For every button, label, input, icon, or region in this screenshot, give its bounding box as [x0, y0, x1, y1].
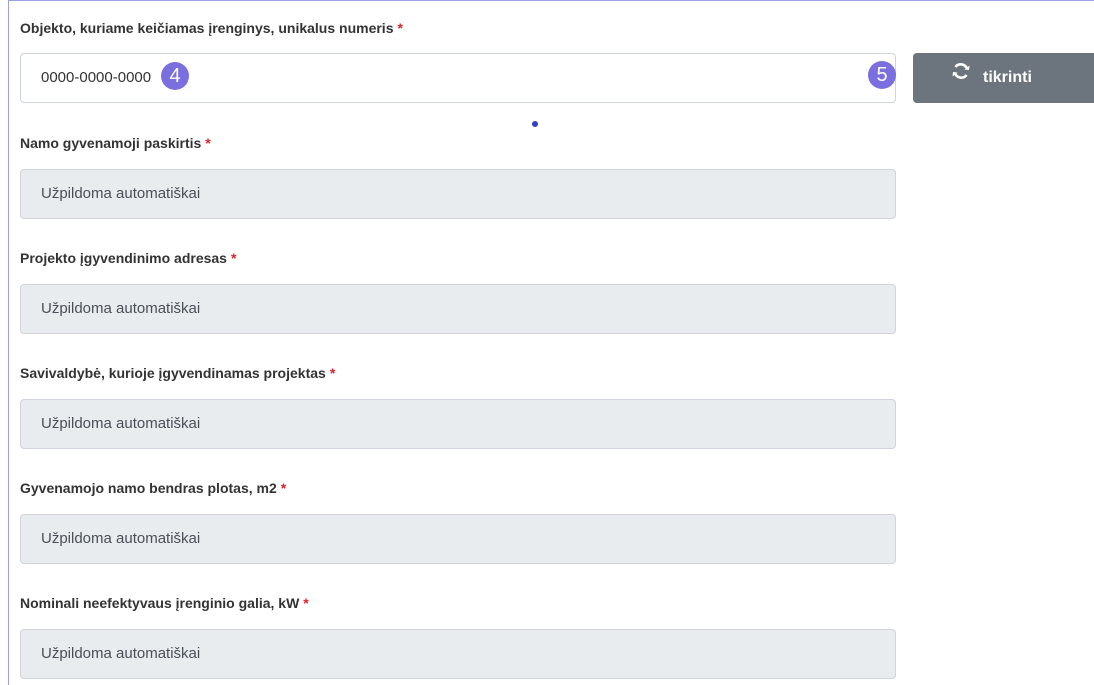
address-label-text: Projekto įgyvendinimo adresas	[20, 250, 227, 266]
step-badge-5: 5	[868, 61, 896, 89]
municipality-field[interactable]: Užpildoma automatiškai	[20, 399, 896, 449]
required-mark: *	[397, 20, 403, 36]
required-mark: *	[303, 595, 309, 611]
purpose-placeholder: Užpildoma automatiškai	[41, 185, 201, 202]
object-number-input[interactable]: 0000-0000-0000 4	[20, 53, 896, 103]
object-number-value: 0000-0000-0000	[41, 69, 152, 86]
area-group: Gyvenamojo namo bendras plotas, m2 *	[20, 478, 286, 498]
address-field[interactable]: Užpildoma automatiškai	[20, 284, 896, 334]
area-label-text: Gyvenamojo namo bendras plotas, m2	[20, 480, 277, 496]
required-mark: *	[205, 135, 211, 151]
municipality-placeholder: Užpildoma automatiškai	[41, 415, 201, 432]
step-badge-4: 4	[161, 62, 190, 91]
address-label: Projekto įgyvendinimo adresas *	[20, 248, 236, 268]
municipality-label-text: Savivaldybė, kurioje įgyvendinamas proje…	[20, 365, 326, 381]
municipality-label: Savivaldybė, kurioje įgyvendinamas proje…	[20, 363, 335, 383]
required-mark: *	[329, 365, 336, 381]
check-button[interactable]: tikrinti	[913, 53, 1094, 103]
refresh-icon	[951, 51, 971, 101]
power-placeholder: Užpildoma automatiškai	[41, 645, 201, 662]
address-group: Projekto įgyvendinimo adresas *	[20, 248, 236, 268]
area-placeholder: Užpildoma automatiškai	[41, 530, 201, 547]
required-mark: *	[230, 250, 237, 266]
purpose-label: Namo gyvenamoji paskirtis *	[20, 133, 211, 153]
power-label: Nominali neefektyvaus įrenginio galia, k…	[20, 593, 309, 613]
object-number-label: Objekto, kuriame keičiamas įrenginys, un…	[20, 18, 403, 38]
power-label-text: Nominali neefektyvaus įrenginio galia, k…	[20, 595, 300, 611]
required-mark: *	[280, 480, 287, 496]
area-field[interactable]: Užpildoma automatiškai	[20, 514, 896, 564]
purpose-group: Namo gyvenamoji paskirtis *	[20, 133, 211, 153]
check-button-label: tikrinti	[983, 69, 1032, 87]
focus-dot	[532, 121, 538, 127]
purpose-label-text: Namo gyvenamoji paskirtis	[20, 135, 202, 151]
purpose-field[interactable]: Užpildoma automatiškai	[20, 169, 896, 219]
object-number-label-text: Objekto, kuriame keičiamas įrenginys, un…	[20, 20, 394, 36]
municipality-group: Savivaldybė, kurioje įgyvendinamas proje…	[20, 363, 335, 383]
address-placeholder: Užpildoma automatiškai	[41, 300, 201, 317]
power-field[interactable]: Užpildoma automatiškai	[20, 629, 896, 679]
object-number-group: Objekto, kuriame keičiamas įrenginys, un…	[20, 18, 403, 38]
power-group: Nominali neefektyvaus įrenginio galia, k…	[20, 593, 309, 613]
area-label: Gyvenamojo namo bendras plotas, m2 *	[20, 478, 286, 498]
